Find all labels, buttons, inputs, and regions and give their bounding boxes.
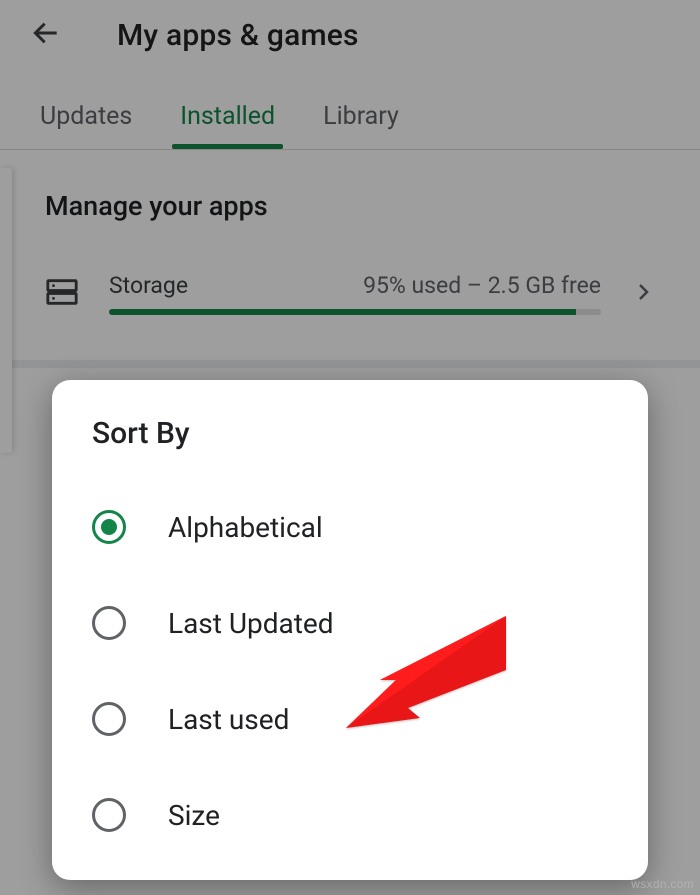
sort-options: Alphabetical Last Updated Last used Size — [92, 479, 620, 863]
option-label: Last Updated — [168, 607, 334, 640]
radio-icon — [92, 510, 126, 544]
option-label: Alphabetical — [168, 511, 323, 544]
option-label: Last used — [168, 703, 289, 736]
sort-option-size[interactable]: Size — [92, 767, 620, 863]
sort-option-alphabetical[interactable]: Alphabetical — [92, 479, 620, 575]
dialog-title: Sort By — [92, 416, 620, 451]
sort-option-last-used[interactable]: Last used — [92, 671, 620, 767]
sort-by-dialog: Sort By Alphabetical Last Updated Last u… — [52, 380, 648, 880]
radio-icon — [92, 798, 126, 832]
option-label: Size — [168, 799, 220, 832]
radio-icon — [92, 702, 126, 736]
sort-option-last-updated[interactable]: Last Updated — [92, 575, 620, 671]
radio-icon — [92, 606, 126, 640]
watermark: wsxdn.com — [631, 877, 694, 891]
